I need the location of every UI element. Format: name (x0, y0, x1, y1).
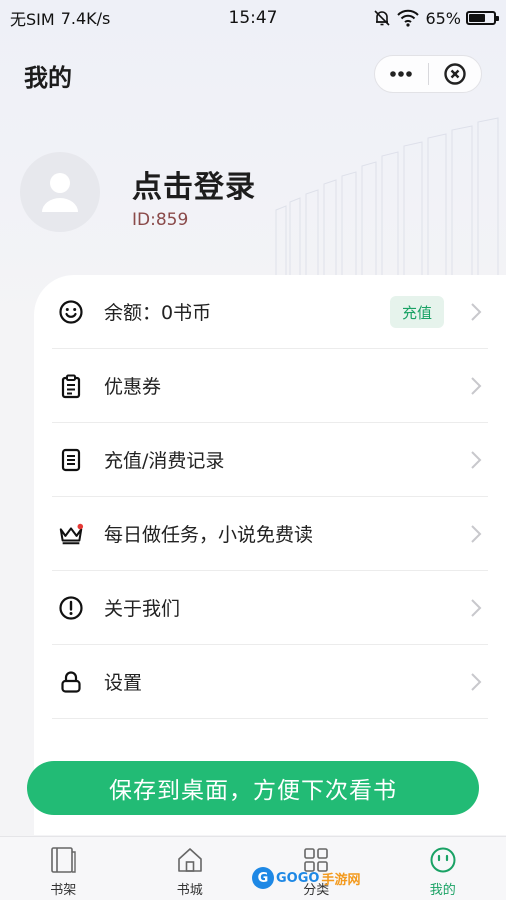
chevron-right-icon (471, 599, 482, 617)
menu-item-about[interactable]: 关于我们 (52, 571, 488, 645)
battery-icon (466, 11, 499, 25)
tab-label-bookshelf: 书架 (50, 883, 77, 898)
smile-face-tab-icon (429, 846, 457, 874)
battery-tip (496, 16, 499, 21)
status-bar: 无SIM 7.4K/s 15:47 65% (0, 0, 506, 36)
more-dots-icon (390, 71, 413, 77)
chevron-right-icon (471, 377, 482, 395)
info-exclamation-icon (58, 595, 84, 621)
menu-item-settings[interactable]: 设置 (52, 645, 488, 719)
clipboard-icon (58, 373, 84, 399)
status-left: 无SIM 7.4K/s (10, 6, 110, 30)
save-to-desktop-button[interactable]: 保存到桌面，方便下次看书 (27, 761, 479, 815)
close-circle-icon (444, 63, 466, 85)
user-id: ID:859 (132, 210, 189, 230)
page-title: 我的 (24, 64, 72, 92)
menu-label-records: 充值/消费记录 (104, 450, 225, 472)
tab-bookshelf[interactable]: 书架 (0, 837, 127, 900)
tab-label-bookstore: 书城 (176, 883, 203, 898)
menu-item-coupon[interactable]: 优惠券 (52, 349, 488, 423)
login-link[interactable]: 点击登录 (132, 162, 256, 206)
chevron-right-icon (471, 451, 482, 469)
profile-section: 点击登录 ID:859 (20, 152, 486, 242)
home-icon (176, 846, 204, 874)
smile-icon (58, 299, 84, 325)
mute-bell-icon (374, 10, 391, 26)
menu-list: 余额：0书币 充值 优惠券 充值/消费记录 每日做任务，小说免费读 关于我们 设… (52, 275, 488, 719)
menu-label-coupon: 优惠券 (104, 376, 162, 398)
menu-item-daily-task[interactable]: 每日做任务，小说免费读 (52, 497, 488, 571)
recharge-button[interactable]: 充值 (389, 296, 444, 328)
network-speed: 7.4K/s (60, 8, 111, 28)
bookshelf-icon (49, 846, 77, 874)
page-header: 我的 (0, 52, 506, 98)
document-list-icon (58, 447, 84, 473)
tab-bookstore[interactable]: 书城 (127, 837, 254, 900)
chevron-right-icon (471, 303, 482, 321)
chevron-right-icon (471, 525, 482, 543)
chevron-right-icon (471, 673, 482, 691)
menu-item-balance[interactable]: 余额：0书币 充值 (52, 275, 488, 349)
menu-item-records[interactable]: 充值/消费记录 (52, 423, 488, 497)
mini-program-capsule (374, 55, 482, 93)
watermark-icon: G (252, 867, 274, 889)
more-button[interactable] (375, 56, 428, 92)
carrier-text: 无SIM (10, 10, 55, 29)
avatar[interactable] (20, 152, 100, 232)
crown-icon (58, 521, 84, 547)
tab-mine[interactable]: 我的 (380, 837, 506, 900)
wifi-icon (397, 9, 420, 27)
menu-label-balance: 余额：0书币 (104, 302, 212, 324)
watermark-text-1: GOGO (276, 870, 320, 886)
battery-fill (469, 14, 485, 22)
watermark-text-2: 手游网 (321, 872, 361, 888)
battery-indicator: 65% (425, 8, 499, 28)
watermark-logo: G GOGO 手游网 (252, 866, 360, 890)
status-right: 65% (373, 8, 499, 28)
menu-label-settings: 设置 (104, 672, 143, 694)
close-button[interactable] (429, 56, 482, 92)
tab-label-mine: 我的 (429, 883, 456, 898)
battery-percent: 65% (425, 8, 461, 28)
menu-card: 余额：0书币 充值 优惠券 充值/消费记录 每日做任务，小说免费读 关于我们 设… (34, 275, 506, 835)
menu-label-about: 关于我们 (104, 598, 181, 620)
default-user-icon (42, 173, 78, 212)
menu-label-daily-task: 每日做任务，小说免费读 (104, 524, 314, 546)
lock-icon (58, 669, 84, 695)
